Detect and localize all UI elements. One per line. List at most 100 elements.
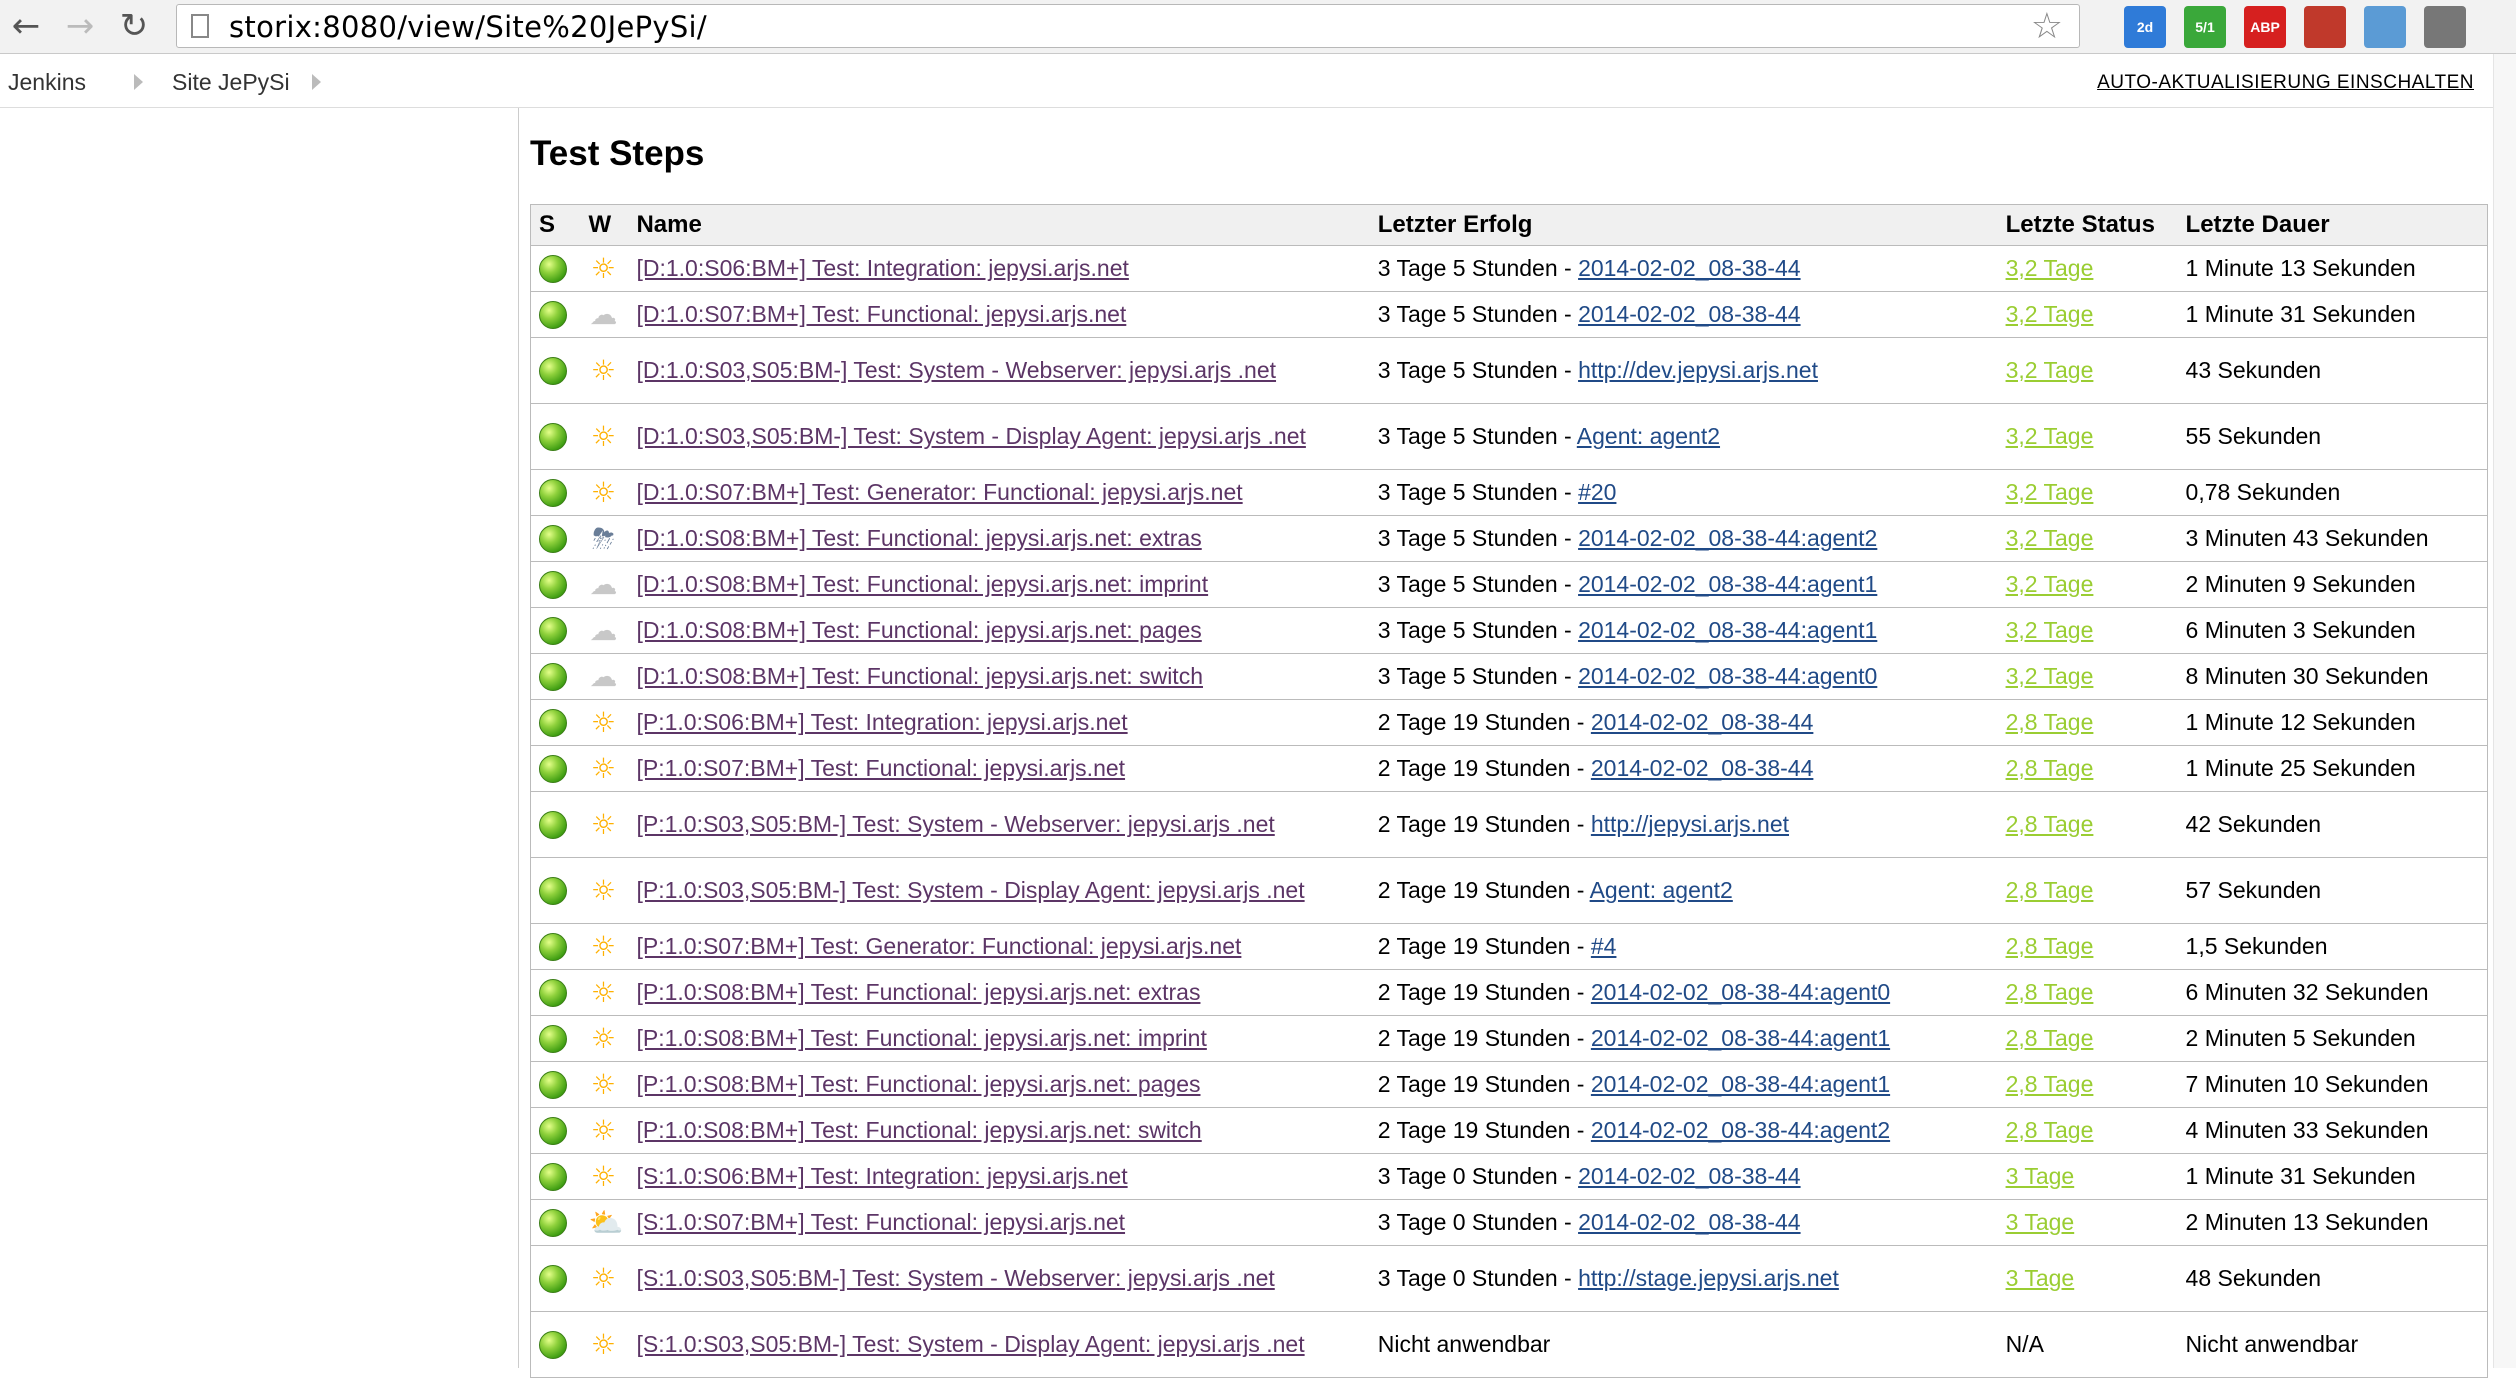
last-success-link[interactable]: 2014-02-02_08-38-44:agent2 xyxy=(1578,525,1877,551)
bookmark-star-icon[interactable]: ☆ xyxy=(2031,6,2063,47)
calendar-extension-icon[interactable]: 2d xyxy=(2124,6,2166,48)
last-success-link[interactable]: 2014-02-02_08-38-44 xyxy=(1578,301,1801,327)
last-status-link[interactable]: 3,2 Tage xyxy=(2006,255,2094,281)
weather-sunny-icon[interactable]: ☼ xyxy=(588,477,618,508)
column-header-last-status[interactable]: Letzte Status xyxy=(1997,204,2178,246)
job-name-link[interactable]: [P:1.0:S07:BM+] Test: Functional: jepysi… xyxy=(636,755,1125,781)
column-header-last-duration[interactable]: Letzte Dauer xyxy=(2177,204,2488,246)
last-status-link[interactable]: 2,8 Tage xyxy=(2006,1071,2094,1097)
last-success-link[interactable]: 2014-02-02_08-38-44 xyxy=(1578,1209,1801,1235)
weather-sunny-icon[interactable]: ☼ xyxy=(588,707,618,738)
last-success-link[interactable]: 2014-02-02_08-38-44 xyxy=(1578,255,1801,281)
last-success-link[interactable]: 2014-02-02_08-38-44 xyxy=(1591,709,1814,735)
job-name-link[interactable]: [S:1.0:S03,S05:BM-] Test: System - Webse… xyxy=(636,1265,1274,1291)
last-success-link[interactable]: http://jepysi.arjs.net xyxy=(1591,811,1789,837)
job-name-link[interactable]: [P:1.0:S06:BM+] Test: Integration: jepys… xyxy=(636,709,1127,735)
last-success-link[interactable]: 2014-02-02_08-38-44 xyxy=(1591,755,1814,781)
last-success-link[interactable]: http://stage.jepysi.arjs.net xyxy=(1578,1265,1839,1291)
weather-sunny-icon[interactable]: ☼ xyxy=(588,1329,618,1360)
last-success-link[interactable]: 2014-02-02_08-38-44:agent0 xyxy=(1591,979,1890,1005)
status-ball-icon[interactable] xyxy=(539,254,567,283)
job-name-link[interactable]: [D:1.0:S08:BM+] Test: Functional: jepysi… xyxy=(636,571,1208,597)
job-name-link[interactable]: [P:1.0:S08:BM+] Test: Functional: jepysi… xyxy=(636,979,1200,1005)
job-name-link[interactable]: [D:1.0:S06:BM+] Test: Integration: jepys… xyxy=(636,255,1128,281)
last-status-link[interactable]: 2,8 Tage xyxy=(2006,755,2094,781)
sync-extension-icon[interactable] xyxy=(2424,6,2466,48)
last-status-link[interactable]: 3 Tage xyxy=(2006,1163,2075,1189)
weather-sunny-icon[interactable]: ☼ xyxy=(588,1115,618,1146)
status-ball-icon[interactable] xyxy=(539,978,567,1007)
status-ball-icon[interactable] xyxy=(539,662,567,691)
status-ball-icon[interactable] xyxy=(539,570,567,599)
job-name-link[interactable]: [D:1.0:S07:BM+] Test: Functional: jepysi… xyxy=(636,301,1126,327)
job-name-link[interactable]: [P:1.0:S08:BM+] Test: Functional: jepysi… xyxy=(636,1117,1201,1143)
column-header-status[interactable]: S xyxy=(530,204,581,246)
last-success-link[interactable]: #4 xyxy=(1591,933,1617,959)
job-name-link[interactable]: [D:1.0:S03,S05:BM-] Test: System - Webse… xyxy=(636,357,1276,383)
job-name-link[interactable]: [S:1.0:S06:BM+] Test: Integration: jepys… xyxy=(636,1163,1127,1189)
status-ball-icon[interactable] xyxy=(539,1330,567,1359)
column-header-last-success[interactable]: Letzter Erfolg xyxy=(1369,204,1998,246)
job-name-link[interactable]: [P:1.0:S08:BM+] Test: Functional: jepysi… xyxy=(636,1071,1200,1097)
scrollbar[interactable] xyxy=(2493,54,2516,1368)
last-success-link[interactable]: Agent: agent2 xyxy=(1590,877,1733,903)
weather-sunny-icon[interactable]: ☼ xyxy=(588,809,618,840)
status-ball-icon[interactable] xyxy=(539,1208,567,1237)
weather-sunny-icon[interactable]: ☼ xyxy=(588,753,618,784)
job-name-link[interactable]: [D:1.0:S08:BM+] Test: Functional: jepysi… xyxy=(636,663,1203,689)
status-ball-icon[interactable] xyxy=(539,478,567,507)
status-ball-icon[interactable] xyxy=(539,810,567,839)
status-ball-icon[interactable] xyxy=(539,754,567,783)
status-ball-icon[interactable] xyxy=(539,616,567,645)
job-name-link[interactable]: [D:1.0:S08:BM+] Test: Functional: jepysi… xyxy=(636,617,1201,643)
mail-extension-icon[interactable]: 5/1 xyxy=(2184,6,2226,48)
breadcrumb-site-jepysi[interactable]: Site JePySi xyxy=(172,69,290,96)
back-arrow-icon[interactable]: ← xyxy=(8,6,44,46)
last-status-link[interactable]: 3,2 Tage xyxy=(2006,571,2094,597)
auto-refresh-link[interactable]: AUTO-AKTUALISIERUNG EINSCHALTEN xyxy=(2097,72,2474,94)
last-success-link[interactable]: 2014-02-02_08-38-44:agent0 xyxy=(1578,663,1877,689)
last-status-link[interactable]: 2,8 Tage xyxy=(2006,933,2094,959)
status-ball-icon[interactable] xyxy=(539,708,567,737)
address-bar[interactable]: storix:8080/view/Site%20JePySi/ ☆ xyxy=(176,4,2080,48)
job-name-link[interactable]: [P:1.0:S03,S05:BM-] Test: System - Webse… xyxy=(636,811,1274,837)
weather-cloudy-icon[interactable]: ☁ xyxy=(588,661,618,692)
job-name-link[interactable]: [D:1.0:S08:BM+] Test: Functional: jepysi… xyxy=(636,525,1201,551)
last-status-link[interactable]: 3,2 Tage xyxy=(2006,301,2094,327)
status-ball-icon[interactable] xyxy=(539,876,567,905)
weather-partly-cloudy-icon[interactable]: ⛅ xyxy=(588,1207,623,1238)
column-header-weather[interactable]: W xyxy=(580,204,629,246)
last-success-link[interactable]: 2014-02-02_08-38-44:agent1 xyxy=(1591,1071,1890,1097)
last-success-link[interactable]: 2014-02-02_08-38-44 xyxy=(1578,1163,1801,1189)
status-ball-icon[interactable] xyxy=(539,422,567,451)
column-header-name[interactable]: Name xyxy=(628,204,1370,246)
last-status-link[interactable]: 3,2 Tage xyxy=(2006,525,2094,551)
last-status-link[interactable]: 3,2 Tage xyxy=(2006,423,2094,449)
last-status-link[interactable]: 3 Tage xyxy=(2006,1209,2075,1235)
weather-sunny-icon[interactable]: ☼ xyxy=(588,421,618,452)
last-success-link[interactable]: 2014-02-02_08-38-44:agent2 xyxy=(1591,1117,1890,1143)
weather-sunny-icon[interactable]: ☼ xyxy=(588,253,618,284)
weather-sunny-icon[interactable]: ☼ xyxy=(588,1069,618,1100)
status-ball-icon[interactable] xyxy=(539,300,567,329)
job-name-link[interactable]: [D:1.0:S03,S05:BM-] Test: System - Displ… xyxy=(636,423,1305,449)
url-text[interactable]: storix:8080/view/Site%20JePySi/ xyxy=(229,10,707,44)
weather-sunny-icon[interactable]: ☼ xyxy=(588,355,618,386)
weather-sunny-icon[interactable]: ☼ xyxy=(588,1023,618,1054)
job-name-link[interactable]: [S:1.0:S03,S05:BM-] Test: System - Displ… xyxy=(636,1331,1304,1357)
window-extension-icon[interactable] xyxy=(2364,6,2406,48)
weather-sunny-icon[interactable]: ☼ xyxy=(588,1263,618,1294)
last-status-link[interactable]: 2,8 Tage xyxy=(2006,811,2094,837)
weather-sunny-icon[interactable]: ☼ xyxy=(588,1161,618,1192)
weather-storm-icon[interactable]: ⛈ xyxy=(588,523,618,554)
weather-cloudy-icon[interactable]: ☁ xyxy=(588,615,618,646)
status-ball-icon[interactable] xyxy=(539,1024,567,1053)
status-ball-icon[interactable] xyxy=(539,1070,567,1099)
job-name-link[interactable]: [P:1.0:S08:BM+] Test: Functional: jepysi… xyxy=(636,1025,1206,1051)
weather-sunny-icon[interactable]: ☼ xyxy=(588,977,618,1008)
job-name-link[interactable]: [D:1.0:S07:BM+] Test: Generator: Functio… xyxy=(636,479,1242,505)
weather-cloudy-icon[interactable]: ☁ xyxy=(588,569,618,600)
status-ball-icon[interactable] xyxy=(539,1264,567,1293)
status-ball-icon[interactable] xyxy=(539,932,567,961)
status-ball-icon[interactable] xyxy=(539,1116,567,1145)
